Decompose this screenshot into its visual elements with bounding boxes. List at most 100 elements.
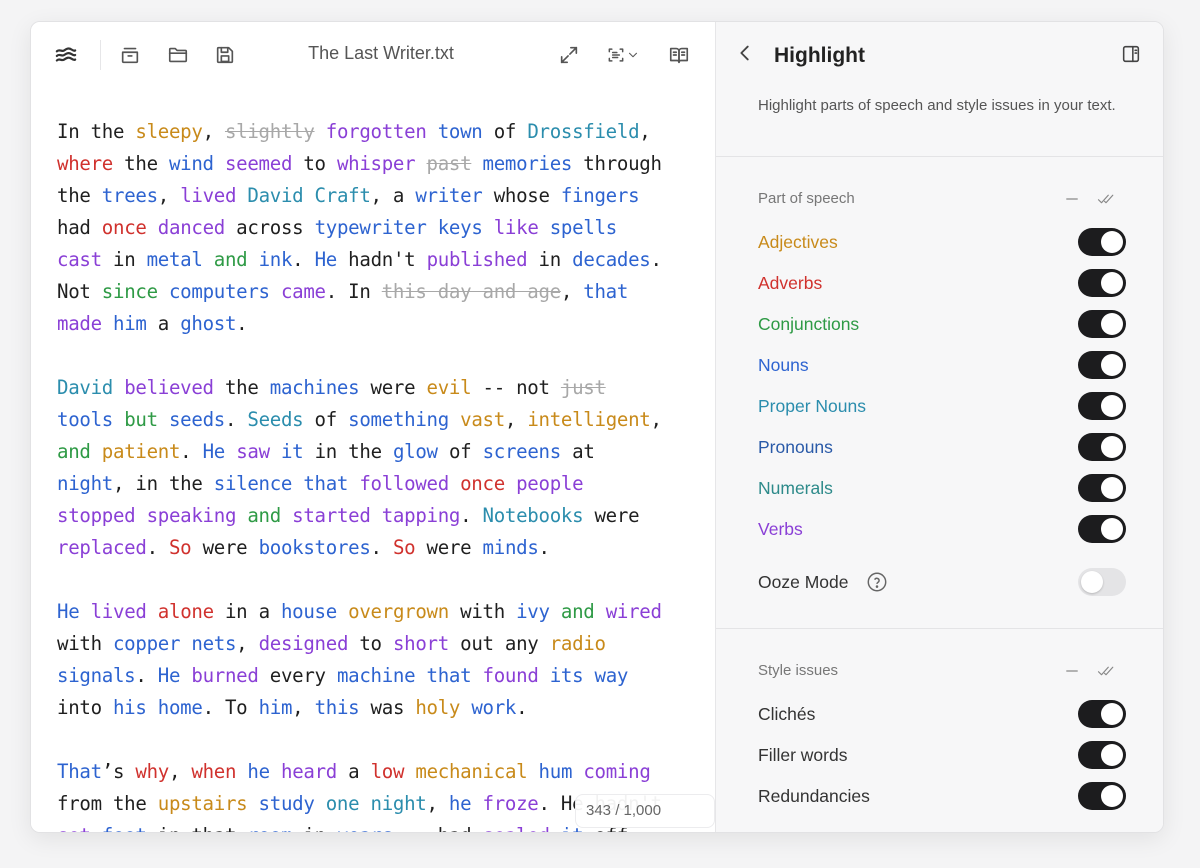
highlighted-word: He — [157, 664, 181, 687]
pos-label-verbs: Verbs — [758, 519, 803, 539]
back-chevron-icon[interactable] — [734, 42, 758, 66]
text-run — [113, 376, 124, 399]
highlighted-word: whisper — [336, 152, 416, 175]
select-all-icon[interactable] — [1094, 189, 1118, 209]
highlighted-word: designed — [258, 632, 349, 655]
text-run: . To — [202, 696, 259, 719]
highlighted-word: where — [57, 152, 113, 175]
text-run: , — [504, 408, 528, 431]
document-text[interactable]: In the sleepy, slightly forgotten town o… — [57, 116, 697, 832]
pos-toggle-numerals[interactable] — [1078, 474, 1126, 502]
pos-toggle-proper-nouns[interactable] — [1078, 392, 1126, 420]
toggle-knob — [1101, 272, 1123, 294]
highlighted-word: So — [168, 536, 192, 559]
paragraph[interactable]: In the sleepy, slightly forgotten town o… — [57, 116, 697, 340]
text-run — [449, 472, 460, 495]
focus-mode-dropdown[interactable] — [601, 41, 645, 69]
folder-icon[interactable] — [164, 41, 192, 69]
highlighted-word: slightly — [224, 120, 315, 143]
paragraph[interactable]: David believed the machines were evil --… — [57, 372, 697, 564]
style-toggle-redundancies[interactable] — [1078, 782, 1126, 810]
app-logo-icon[interactable] — [52, 41, 80, 69]
style-toggle-filler-words[interactable] — [1078, 741, 1126, 769]
highlighted-word: tools — [57, 408, 113, 431]
sidebar-toggle-icon[interactable] — [1120, 43, 1144, 67]
deselect-all-icon[interactable] — [1060, 661, 1084, 681]
archive-icon[interactable] — [116, 41, 144, 69]
style-label-redundancies: Redundancies — [758, 786, 870, 806]
text-run: out any — [448, 632, 550, 655]
text-run: . — [135, 664, 158, 687]
pos-row-verbs: Verbs — [758, 515, 1126, 543]
highlighted-word: radio — [549, 632, 606, 655]
text-run: Not — [57, 280, 102, 303]
ooze-mode-toggle[interactable] — [1078, 568, 1126, 596]
paragraph[interactable]: He lived alone in a house overgrown with… — [57, 596, 697, 724]
text-run — [427, 120, 438, 143]
pos-toggle-verbs[interactable] — [1078, 515, 1126, 543]
text-run: in — [101, 248, 147, 271]
text-run: , in the — [112, 472, 214, 495]
highlighted-word: Notebooks — [482, 504, 584, 527]
highlighted-word: he — [247, 760, 270, 783]
text-run — [527, 760, 538, 783]
highlighted-word: mechanical — [415, 760, 528, 783]
select-all-icon[interactable] — [1094, 661, 1118, 681]
editor-toolbar: The Last Writer.txt — [31, 22, 715, 88]
highlighted-word: So — [392, 536, 416, 559]
highlighted-word: Drossfield — [527, 120, 640, 143]
pos-toggle-adverbs[interactable] — [1078, 269, 1126, 297]
document-title[interactable]: The Last Writer.txt — [261, 43, 501, 64]
toggle-knob — [1101, 354, 1123, 376]
highlighted-word: set — [57, 824, 91, 832]
pos-row-adverbs: Adverbs — [758, 269, 1126, 297]
highlighted-word: why — [135, 760, 169, 783]
highlighted-word: keys — [437, 216, 483, 239]
highlighted-word: forgotten — [325, 120, 427, 143]
text-run — [247, 248, 258, 271]
pos-toggle-nouns[interactable] — [1078, 351, 1126, 379]
text-run — [147, 216, 158, 239]
text-run — [247, 792, 258, 815]
text-run — [371, 504, 382, 527]
expand-icon[interactable] — [555, 41, 583, 69]
help-icon[interactable] — [866, 571, 888, 593]
text-run: . In — [325, 280, 382, 303]
save-icon[interactable] — [211, 41, 239, 69]
text-run — [315, 120, 326, 143]
highlighted-word: memories — [482, 152, 573, 175]
highlighted-word: spells — [549, 216, 617, 239]
toggle-knob — [1101, 436, 1123, 458]
text-run — [180, 632, 191, 655]
pos-toggle-conjunctions[interactable] — [1078, 310, 1126, 338]
pos-label-adjectives: Adjectives — [758, 232, 838, 252]
pos-toggle-pronouns[interactable] — [1078, 433, 1126, 461]
highlighted-word: He — [314, 248, 338, 271]
text-run — [236, 184, 247, 207]
text-run: into — [57, 696, 113, 719]
highlighted-word: years — [337, 824, 393, 832]
text-run: with — [448, 600, 517, 623]
style-label-filler-words: Filler words — [758, 745, 848, 765]
pos-toggle-adjectives[interactable] — [1078, 228, 1126, 256]
pos-label-nouns: Nouns — [758, 355, 809, 375]
text-run — [550, 824, 561, 832]
section-divider — [716, 628, 1163, 629]
highlighted-word: people — [516, 472, 584, 495]
text-run: in the — [303, 440, 393, 463]
text-run: . — [224, 408, 248, 431]
highlighted-word: tapping — [381, 504, 461, 527]
deselect-all-icon[interactable] — [1060, 189, 1084, 209]
highlighted-word: night — [57, 472, 113, 495]
toggle-knob — [1101, 395, 1123, 417]
text-run: was — [359, 696, 416, 719]
text-run — [203, 248, 214, 271]
text-run — [539, 664, 550, 687]
text-run: whose — [482, 184, 561, 207]
text-run — [427, 216, 438, 239]
book-icon[interactable] — [665, 41, 693, 69]
text-run: were — [191, 536, 259, 559]
highlighted-word: cast — [57, 248, 102, 271]
highlighted-word: intelligent — [527, 408, 651, 431]
style-toggle-clich-s[interactable] — [1078, 700, 1126, 728]
